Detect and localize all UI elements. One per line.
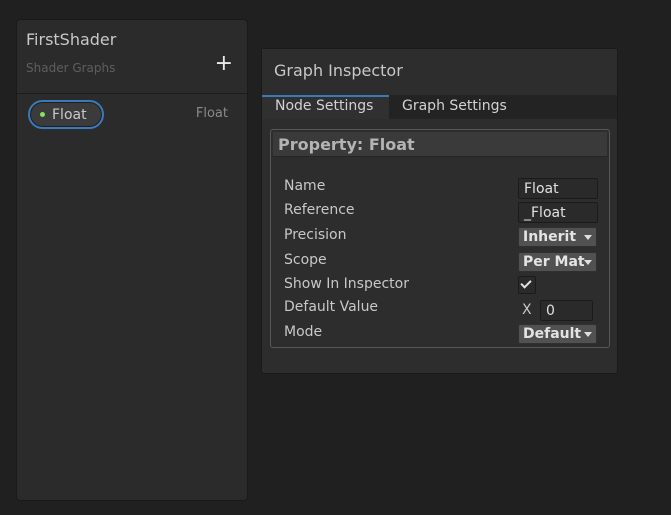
add-property-icon[interactable]: + [215,53,233,75]
blackboard-panel: FirstShader Shader Graphs + Float Float [16,19,248,501]
scope-field: Scope Per Material [284,252,604,272]
reference-field: Reference _Float [284,202,604,223]
float-type-dot-icon [40,112,45,117]
chevron-down-icon [584,260,592,265]
precision-dropdown[interactable]: Inherit [518,227,597,247]
blackboard-header: FirstShader Shader Graphs + [17,20,247,94]
mode-dropdown[interactable]: Default [518,324,597,344]
precision-label: Precision [284,227,347,243]
property-panel-header: Property: Float [273,132,607,157]
mode-label: Mode [284,324,323,340]
inspector-header: Graph Inspector [262,49,617,95]
tab-node-settings[interactable]: Node Settings [262,95,389,119]
show-in-inspector-label: Show In Inspector [284,276,409,292]
precision-value: Inherit [523,229,577,245]
property-panel-title: Property: Float [278,135,415,154]
tab-graph-settings[interactable]: Graph Settings [389,95,520,119]
property-pill[interactable]: Float [28,100,104,129]
name-field: Name Float [284,178,604,199]
property-type-label: Float [195,106,228,121]
name-label: Name [284,178,326,194]
mode-value: Default [523,326,582,342]
inspector-tabs: Node Settings Graph Settings [262,95,617,119]
property-settings-panel: Property: Float Name Float Reference _Fl… [270,129,610,348]
default-value-field: Default Value X 0 [284,299,604,321]
reference-input[interactable]: _Float [518,202,598,223]
show-in-inspector-checkbox[interactable] [518,276,536,294]
graph-inspector-panel: Graph Inspector Node Settings Graph Sett… [261,48,618,374]
blackboard-title: FirstShader [26,30,117,49]
tab-bar-spacer [519,95,617,119]
scope-label: Scope [284,252,327,268]
mode-field: Mode Default [284,324,604,344]
default-value-label: Default Value [284,299,379,315]
blackboard-subtitle: Shader Graphs [26,61,116,75]
default-value-axis-label: X [522,302,532,318]
name-input[interactable]: Float [518,178,598,199]
show-in-inspector-field: Show In Inspector [284,276,604,296]
scope-dropdown[interactable]: Per Material [518,252,597,272]
reference-label: Reference [284,202,355,218]
blackboard-property-row[interactable]: Float Float [17,94,247,134]
inspector-title: Graph Inspector [274,61,403,80]
scope-value: Per Material [523,254,585,270]
chevron-down-icon [584,332,592,337]
precision-field: Precision Inherit [284,227,604,247]
property-pill-label: Float [52,106,87,123]
checkmark-icon [520,277,532,289]
default-value-input[interactable]: 0 [540,300,593,321]
chevron-down-icon [584,235,592,240]
